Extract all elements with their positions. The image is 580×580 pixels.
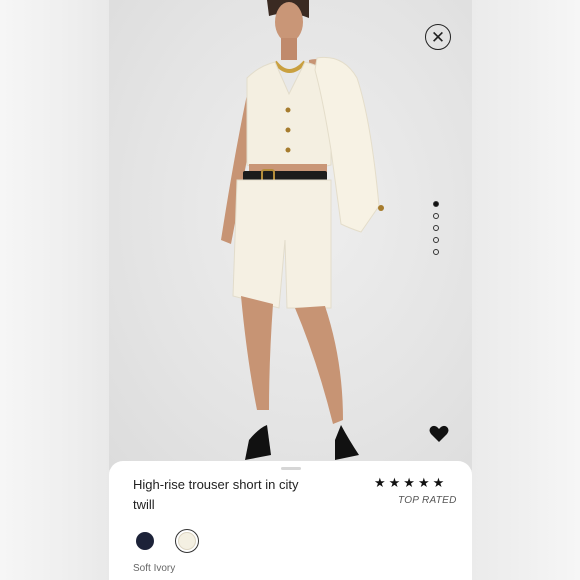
product-info-sheet: High-rise trouser short in city twill ★★… — [109, 461, 472, 580]
favorite-button[interactable] — [429, 425, 449, 443]
close-icon: ✕ — [430, 27, 446, 47]
product-photo[interactable]: ✕ — [109, 0, 472, 470]
color-swatches — [133, 529, 199, 553]
swatch-fill — [178, 532, 196, 550]
pagination-dot-4[interactable] — [433, 237, 439, 243]
sheet-drag-handle[interactable] — [281, 467, 301, 470]
rating-badge: TOP RATED — [398, 495, 457, 506]
star-rating[interactable]: ★★★★★ — [374, 475, 447, 491]
pagination-dot-3[interactable] — [433, 225, 439, 231]
product-title: High-rise trouser short in city twill — [133, 477, 299, 512]
swatch-fill — [136, 532, 154, 550]
image-pagination — [433, 201, 441, 255]
product-view: ✕ High-rise trouser short in city twill … — [109, 0, 472, 580]
close-button[interactable]: ✕ — [425, 24, 451, 50]
pagination-dot-1[interactable] — [433, 201, 439, 207]
color-swatch-navy[interactable] — [133, 529, 157, 553]
pagination-dot-5[interactable] — [433, 249, 439, 255]
heart-icon — [429, 425, 449, 442]
pagination-dot-2[interactable] — [433, 213, 439, 219]
color-swatch-soft-ivory[interactable] — [175, 529, 199, 553]
background-right — [472, 0, 580, 580]
background-left — [0, 0, 109, 580]
model-illustration — [221, 0, 384, 460]
selected-color-name: Soft Ivory — [133, 563, 176, 574]
